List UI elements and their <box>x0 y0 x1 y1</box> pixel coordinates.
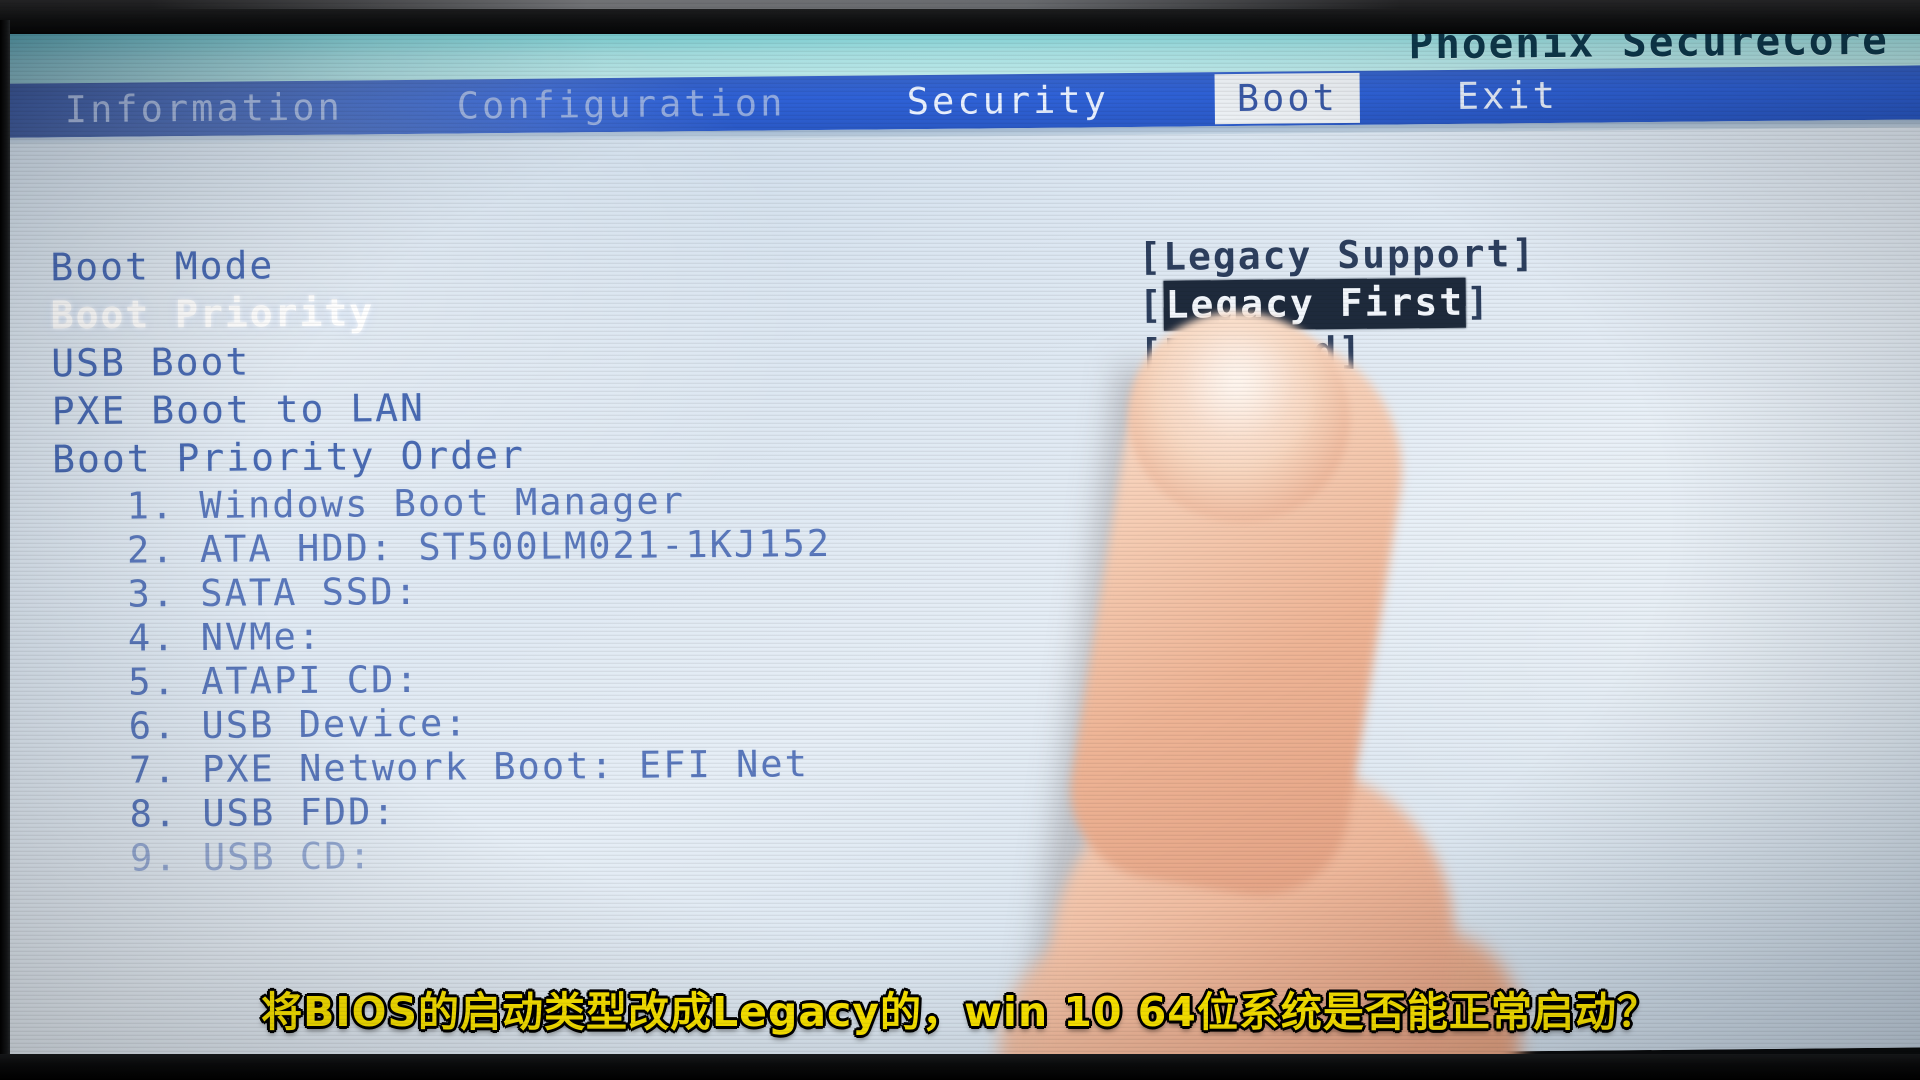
boot-order-item-7[interactable]: 7. PXE Network Boot: EFI Net <box>129 742 809 792</box>
boot-order-item-3[interactable]: 3. SATA SSD: <box>127 570 419 616</box>
setting-label-usb-boot[interactable]: USB Boot <box>51 339 250 385</box>
tab-security[interactable]: Security <box>907 77 1110 125</box>
setting-label-boot-mode[interactable]: Boot Mode <box>50 243 274 289</box>
setting-value-boot-mode[interactable]: [Legacy Support] <box>1138 231 1536 279</box>
bracket-close: ] <box>1465 279 1492 324</box>
boot-order-item-6[interactable]: 6. USB Device: <box>129 701 469 747</box>
bezel-top-highlight <box>150 0 1400 9</box>
tab-configuration[interactable]: Configuration <box>457 80 786 129</box>
bios-body: Boot Mode [Legacy Support] Boot Priority… <box>0 17 1920 1066</box>
laptop-bezel-left <box>0 20 10 1080</box>
boot-priority-order-header: Boot Priority Order <box>51 432 526 482</box>
highlighted-value-text: Legacy First <box>1163 277 1467 331</box>
tab-boot[interactable]: Boot <box>1214 72 1361 125</box>
setting-value-pxe-boot-to-lan[interactable]: [Enabled] <box>1139 377 1363 423</box>
tab-exit[interactable]: Exit <box>1457 73 1559 120</box>
boot-order-item-4[interactable]: 4. NVMe: <box>128 615 323 660</box>
laptop-bezel-bottom <box>0 1054 1920 1080</box>
setting-label-boot-priority[interactable]: Boot Priority <box>51 290 375 337</box>
bios-screen: Phoenix SecureCore T Information Configu… <box>0 7 1920 1066</box>
laptop-photo-screenshot: Phoenix SecureCore T Information Configu… <box>0 0 1920 1080</box>
video-subtitle: 将BIOS的启动类型改成Legacy的，win 10 64位系统是否能正常启动？ <box>261 988 1659 1036</box>
setting-label-pxe-boot-to-lan[interactable]: PXE Boot to LAN <box>51 386 425 434</box>
boot-order-item-9[interactable]: 9. USB CD: <box>130 834 373 879</box>
screen-glare-right <box>1137 386 1920 1015</box>
boot-order-item-8[interactable]: 8. USB FDD: <box>129 790 396 836</box>
setting-value-boot-priority[interactable]: [Legacy First] <box>1138 277 1492 331</box>
bracket-open: [ <box>1138 282 1164 327</box>
boot-order-item-2[interactable]: 2. ATA HDD: ST500LM021-1KJ152 <box>127 522 831 572</box>
boot-order-item-5[interactable]: 5. ATAPI CD: <box>128 658 420 704</box>
boot-order-item-1[interactable]: 1. Windows Boot Manager <box>126 479 685 527</box>
tab-information[interactable]: Information <box>65 85 343 134</box>
setting-value-usb-boot[interactable]: [Enabled] <box>1139 329 1363 375</box>
